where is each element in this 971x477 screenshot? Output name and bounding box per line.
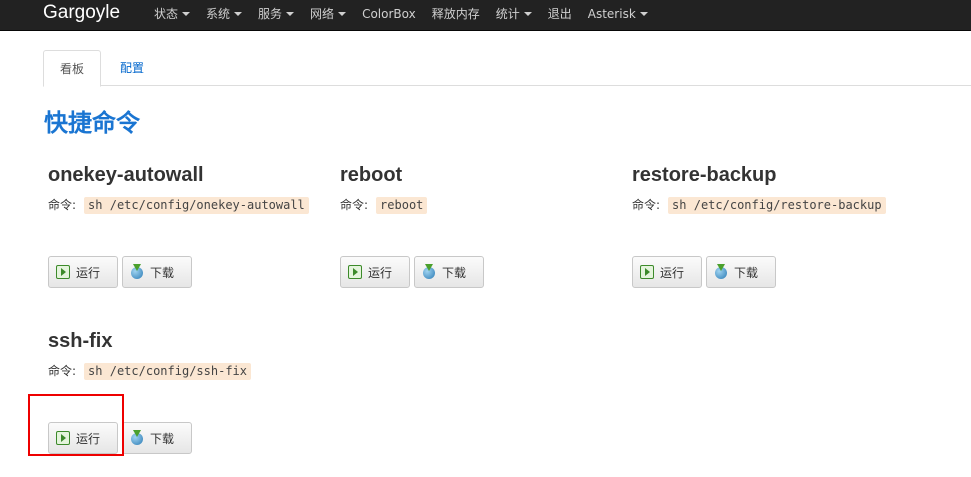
run-button[interactable]: 运行: [340, 256, 410, 288]
brand-logo[interactable]: Gargoyle: [43, 1, 120, 25]
nav-item-label: 系统: [206, 6, 231, 21]
download-button[interactable]: 下载: [122, 422, 192, 454]
play-icon: [640, 265, 654, 279]
download-globe-icon: [130, 430, 144, 445]
run-button-label: 运行: [660, 265, 685, 280]
run-button-label: 运行: [76, 265, 101, 280]
download-button-label: 下载: [150, 431, 175, 446]
nav-item-stats[interactable]: 统计: [488, 0, 540, 28]
caret-down-icon: [639, 12, 648, 16]
command-code: reboot: [376, 196, 428, 214]
play-icon: [56, 265, 70, 279]
command-line: 命令: sh /etc/config/restore-backup: [632, 196, 886, 214]
nav-item-label: 统计: [495, 6, 520, 21]
nav-item-status[interactable]: 状态: [146, 0, 198, 28]
top-navbar: Gargoyle 状态 系统 服务 网络 ColorBox 释放内存 统计 退出…: [0, 0, 971, 31]
command-line: 命令: sh /etc/config/onekey-autowall: [48, 196, 309, 214]
nav-item-logout[interactable]: 退出: [540, 0, 580, 28]
nav-item-label: ColorBox: [362, 6, 416, 21]
play-icon: [348, 265, 362, 279]
tab-bar: 看板 配置: [43, 50, 971, 87]
command-label: 命令:: [48, 198, 77, 212]
command-label: 命令:: [48, 364, 77, 378]
command-name: ssh-fix: [48, 330, 113, 352]
download-globe-icon: [422, 264, 436, 279]
download-button[interactable]: 下载: [122, 256, 192, 288]
caret-down-icon: [523, 12, 532, 16]
download-globe-icon: [714, 264, 728, 279]
nav-item-asterisk[interactable]: Asterisk: [580, 0, 656, 28]
nav-item-system[interactable]: 系统: [198, 0, 250, 28]
command-card: ssh-fix 命令: sh /etc/config/ssh-fix 运行 下载: [48, 329, 338, 469]
page-title: 快捷命令: [44, 109, 140, 137]
download-button[interactable]: 下载: [706, 256, 776, 288]
run-button[interactable]: 运行: [632, 256, 702, 288]
run-button-label: 运行: [368, 265, 393, 280]
command-code: sh /etc/config/onekey-autowall: [84, 196, 309, 214]
nav-item-colorbox[interactable]: ColorBox: [354, 0, 424, 28]
caret-down-icon: [338, 12, 347, 16]
command-line: 命令: reboot: [340, 196, 428, 214]
tab-config[interactable]: 配置: [109, 50, 155, 86]
nav-item-network[interactable]: 网络: [302, 0, 354, 28]
command-code: sh /etc/config/ssh-fix: [84, 362, 251, 380]
command-line: 命令: sh /etc/config/ssh-fix: [48, 362, 251, 380]
command-card: reboot 命令: reboot 运行 下载: [340, 163, 630, 303]
command-name: onekey-autowall: [48, 164, 204, 186]
download-globe-icon: [130, 264, 144, 279]
main-nav: 状态 系统 服务 网络 ColorBox 释放内存 统计 退出 Asterisk: [146, 0, 656, 28]
command-name: restore-backup: [632, 164, 777, 186]
command-name: reboot: [340, 164, 403, 186]
download-button-label: 下载: [734, 265, 759, 280]
run-button-label: 运行: [76, 431, 101, 446]
download-button-label: 下载: [442, 265, 467, 280]
nav-item-services[interactable]: 服务: [250, 0, 302, 28]
command-card: restore-backup 命令: sh /etc/config/restor…: [632, 163, 922, 303]
run-button[interactable]: 运行: [48, 256, 118, 288]
caret-down-icon: [182, 12, 191, 16]
tab-dashboard[interactable]: 看板: [43, 50, 101, 87]
caret-down-icon: [234, 12, 243, 16]
nav-item-label: 服务: [258, 6, 283, 21]
download-button[interactable]: 下载: [414, 256, 484, 288]
run-button[interactable]: 运行: [48, 422, 118, 454]
play-icon: [56, 431, 70, 445]
nav-item-label: 释放内存: [431, 6, 480, 21]
nav-item-label: 网络: [310, 6, 335, 21]
nav-item-label: Asterisk: [587, 6, 636, 21]
nav-item-label: 退出: [547, 6, 572, 21]
download-button-label: 下载: [150, 265, 175, 280]
command-label: 命令:: [340, 198, 369, 212]
nav-item-label: 状态: [154, 6, 179, 21]
command-code: sh /etc/config/restore-backup: [668, 196, 886, 214]
nav-item-free-memory[interactable]: 释放内存: [424, 0, 488, 28]
command-card: onekey-autowall 命令: sh /etc/config/oneke…: [48, 163, 338, 303]
caret-down-icon: [286, 12, 295, 16]
command-label: 命令:: [632, 198, 661, 212]
